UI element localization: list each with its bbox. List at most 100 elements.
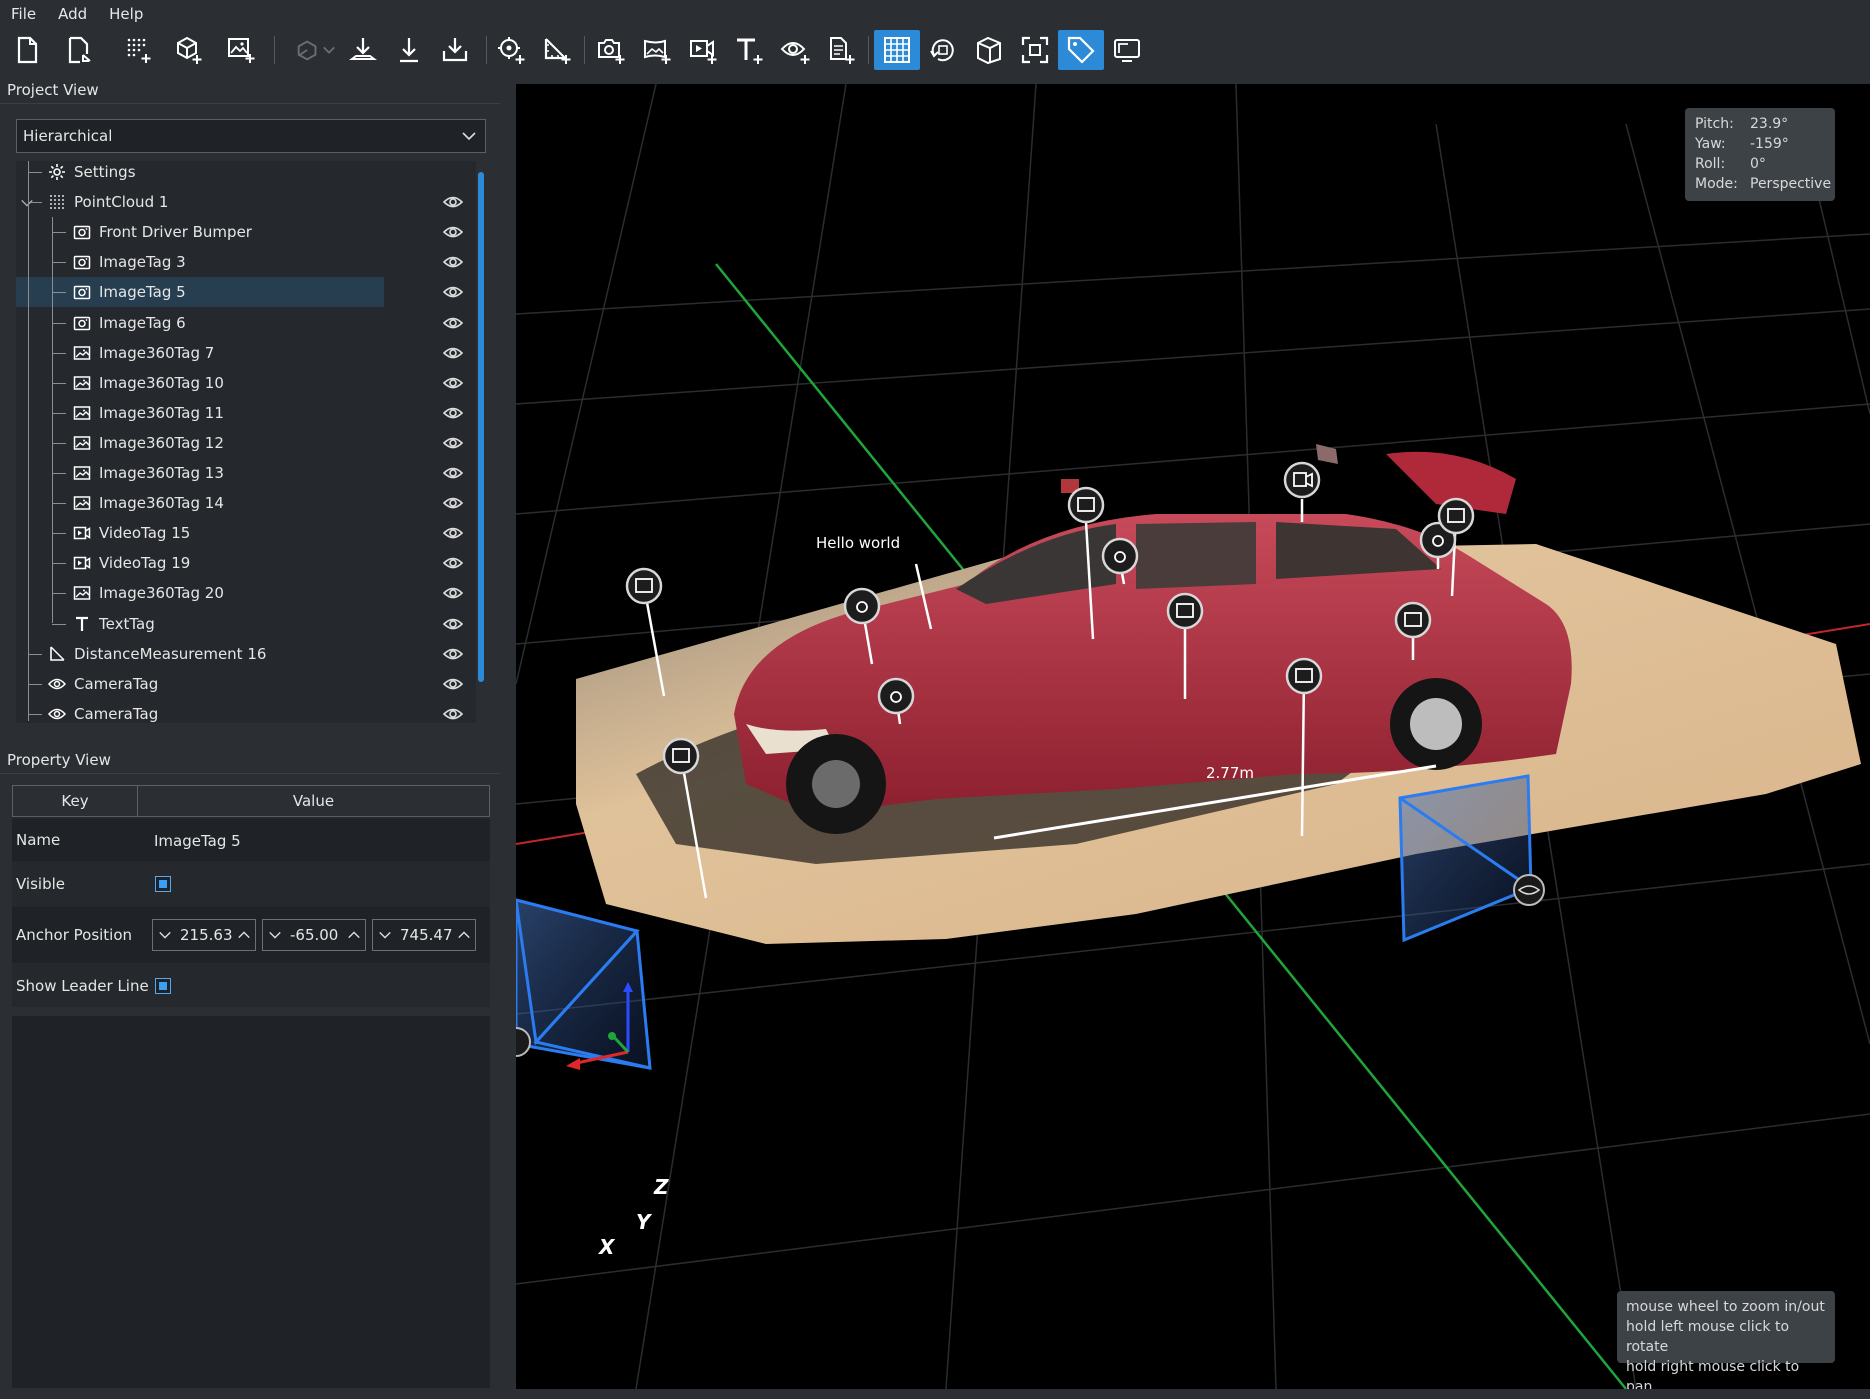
tree-item[interactable]: Front Driver Bumper: [16, 217, 476, 247]
visibility-eye-icon[interactable]: [442, 375, 464, 391]
tree-item[interactable]: Image360Tag 7: [16, 338, 476, 368]
visibility-eye-icon[interactable]: [442, 555, 464, 571]
tree-item[interactable]: PointCloud 1: [16, 187, 476, 217]
3d-viewport[interactable]: Hello world 2.77m Z Y X Pitch: 23.9° Yaw…: [516, 84, 1870, 1389]
tree-item[interactable]: CameraTag: [16, 699, 476, 723]
new-project-button[interactable]: [4, 30, 50, 70]
chevron-up-icon[interactable]: [347, 928, 361, 942]
tree-item[interactable]: ImageTag 5: [16, 277, 476, 308]
tree-connector: [52, 412, 66, 414]
toolbar-separator: [274, 36, 275, 64]
chevron-down-icon[interactable]: [20, 196, 34, 210]
add-text-tag-button[interactable]: [726, 30, 772, 70]
import-button[interactable]: [432, 30, 478, 70]
tree-item-label: DistanceMeasurement 16: [74, 644, 267, 663]
anchor-z-spinbox[interactable]: 745.47: [372, 919, 476, 951]
add-pointcloud-button[interactable]: [116, 30, 162, 70]
property-row-name: Name ImageTag 5: [12, 819, 490, 861]
tree-item[interactable]: ImageTag 6: [16, 308, 476, 338]
menu-help[interactable]: Help: [98, 0, 154, 28]
screenshot-button[interactable]: [1104, 30, 1150, 70]
visibility-eye-icon[interactable]: [442, 194, 464, 210]
tree-item[interactable]: DistanceMeasurement 16: [16, 639, 476, 669]
camera-icon: [73, 314, 91, 332]
perspective-toggle-button[interactable]: [966, 30, 1012, 70]
image360-icon: [73, 374, 91, 392]
tree-item[interactable]: ImageTag 3: [16, 247, 476, 277]
reset-view-button[interactable]: [920, 30, 966, 70]
tree-item[interactable]: Image360Tag 12: [16, 428, 476, 458]
tree-item[interactable]: VideoTag 15: [16, 518, 476, 548]
fit-view-button[interactable]: [1012, 30, 1058, 70]
tree-connector: [52, 563, 66, 565]
scene-canvas[interactable]: [516, 84, 1870, 1389]
anchor-x-spinbox[interactable]: 215.63: [152, 919, 256, 951]
tree-item[interactable]: TextTag: [16, 609, 476, 639]
transform-dropdown-button[interactable]: [286, 30, 344, 70]
image360-add-icon: [644, 39, 671, 64]
chevron-up-icon[interactable]: [457, 928, 471, 942]
tree-item[interactable]: Image360Tag 11: [16, 398, 476, 428]
tree-item[interactable]: Image360Tag 10: [16, 368, 476, 398]
toggle-tags-button[interactable]: [1058, 30, 1104, 70]
add-mesh-button[interactable]: [166, 30, 212, 70]
add-image-tag-button[interactable]: [588, 30, 634, 70]
add-location-tag-button[interactable]: [488, 30, 534, 70]
text-add-icon: [737, 38, 763, 64]
transform-icon: [297, 40, 317, 61]
tree-item[interactable]: Image360Tag 20: [16, 578, 476, 608]
tree-item[interactable]: VideoTag 19: [16, 548, 476, 578]
ruler-icon: [48, 645, 66, 663]
tree-item[interactable]: Image360Tag 13: [16, 458, 476, 488]
document-add-icon: [830, 37, 855, 64]
visibility-eye-icon[interactable]: [442, 706, 464, 722]
visibility-eye-icon[interactable]: [442, 465, 464, 481]
image-tag-marker: [877, 677, 915, 715]
add-distance-button[interactable]: [534, 30, 580, 70]
view-mode-dropdown[interactable]: Hierarchical: [16, 119, 486, 153]
visibility-eye-icon[interactable]: [442, 676, 464, 692]
visibility-eye-icon[interactable]: [442, 405, 464, 421]
visibility-eye-icon[interactable]: [442, 345, 464, 361]
chevron-down-icon[interactable]: [268, 928, 282, 942]
open-project-button[interactable]: [56, 30, 102, 70]
menu-add[interactable]: Add: [47, 0, 98, 28]
image360-icon: [73, 494, 91, 512]
visibility-eye-icon[interactable]: [442, 254, 464, 270]
add-image-button[interactable]: [218, 30, 264, 70]
text-tag-label[interactable]: Hello world: [816, 534, 900, 552]
tree-scrollbar[interactable]: [478, 172, 484, 682]
visibility-eye-icon[interactable]: [442, 525, 464, 541]
menu-file[interactable]: File: [0, 0, 47, 28]
tree-item[interactable]: Settings: [16, 161, 476, 187]
visibility-eye-icon[interactable]: [442, 495, 464, 511]
visible-checkbox[interactable]: [155, 876, 171, 892]
camera-icon: [73, 253, 91, 271]
drop-to-ground-button[interactable]: [340, 30, 386, 70]
visibility-eye-icon[interactable]: [442, 585, 464, 601]
add-video-tag-button[interactable]: [680, 30, 726, 70]
visibility-eye-icon[interactable]: [442, 284, 464, 300]
visibility-eye-icon[interactable]: [442, 435, 464, 451]
visibility-eye-icon[interactable]: [442, 616, 464, 632]
tree-item[interactable]: Image360Tag 14: [16, 488, 476, 518]
visibility-eye-icon[interactable]: [442, 646, 464, 662]
new-file-icon: [17, 36, 38, 64]
arrow-down-to-line-icon: [400, 38, 418, 63]
name-value-field[interactable]: ImageTag 5: [154, 832, 241, 850]
add-image360-tag-button[interactable]: [634, 30, 680, 70]
leader-line-checkbox[interactable]: [155, 978, 171, 994]
toggle-grid-button[interactable]: [874, 30, 920, 70]
anchor-y-spinbox[interactable]: -65.00: [262, 919, 366, 951]
chevron-up-icon[interactable]: [237, 928, 251, 942]
chevron-down-icon[interactable]: [378, 928, 392, 942]
visibility-eye-icon[interactable]: [442, 315, 464, 331]
chevron-down-icon[interactable]: [158, 928, 172, 942]
add-camera-tag-button[interactable]: [772, 30, 818, 70]
tree-item[interactable]: CameraTag: [16, 669, 476, 699]
visibility-eye-icon[interactable]: [442, 224, 464, 240]
property-key: Anchor Position: [16, 926, 133, 944]
add-document-tag-button[interactable]: [818, 30, 864, 70]
column-header-value: Value: [137, 785, 490, 817]
drop-button[interactable]: [386, 30, 432, 70]
